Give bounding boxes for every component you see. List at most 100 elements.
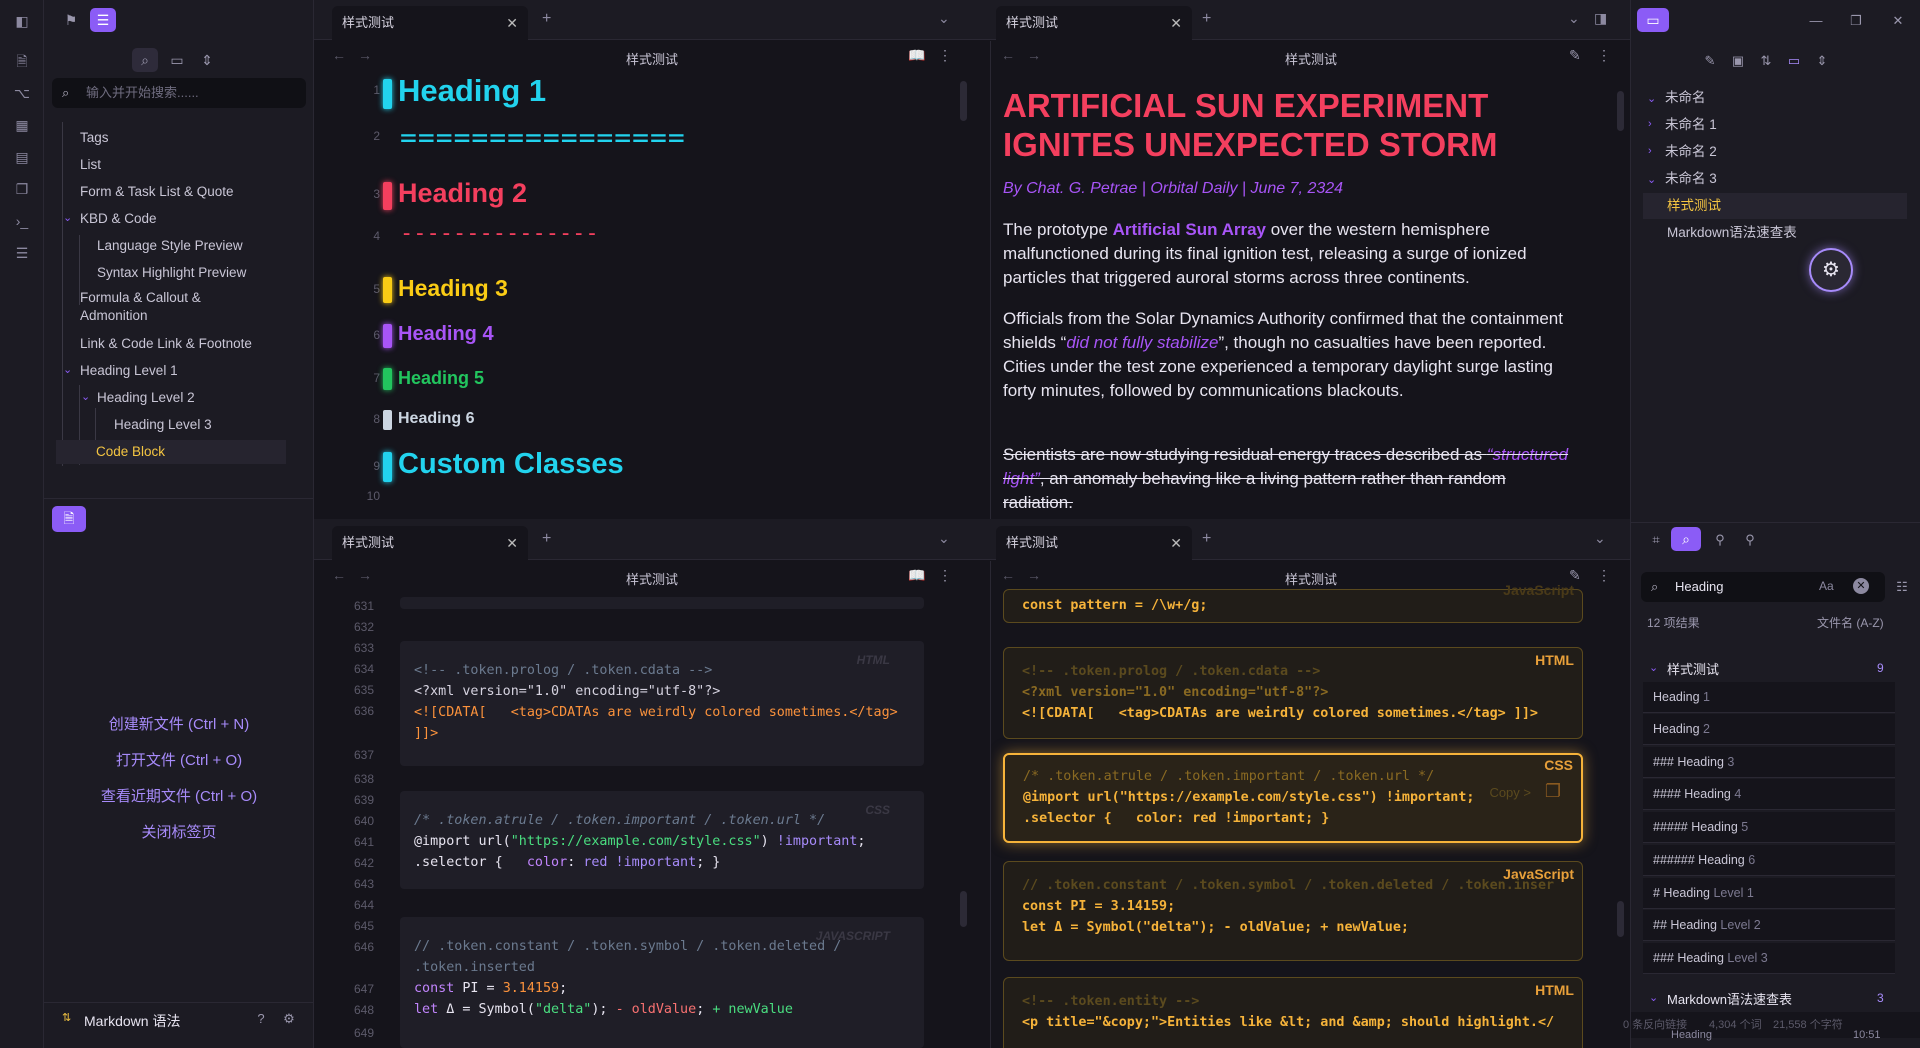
collapse-icon[interactable]: ⇕: [194, 48, 220, 72]
chevron-right-icon[interactable]: ›: [1648, 118, 1652, 130]
chevron-down-icon[interactable]: ⌄: [81, 390, 90, 403]
chevron-right-icon[interactable]: ›: [1648, 145, 1652, 157]
layout-icon[interactable]: ▭: [1785, 52, 1803, 70]
outline-item[interactable]: Syntax Highlight Preview: [97, 261, 246, 285]
new-tab-icon[interactable]: +: [542, 10, 551, 28]
backlinks-icon[interactable]: ⚲: [1711, 531, 1729, 549]
file-icon[interactable]: 🗎: [52, 506, 86, 532]
calendar-icon[interactable]: ▤: [11, 146, 33, 168]
file-folder[interactable]: 未命名 2: [1665, 139, 1717, 165]
copy-icon[interactable]: ❐: [11, 178, 33, 200]
close-window-icon[interactable]: ✕: [1889, 12, 1907, 30]
file-folder[interactable]: 未命名: [1665, 85, 1706, 111]
close-tab-link[interactable]: 关闭标签页: [44, 821, 314, 842]
sidebar-right-icon[interactable]: ◨: [1594, 10, 1607, 27]
minimize-icon[interactable]: —: [1807, 12, 1825, 30]
search-result[interactable]: ## Heading Level 2: [1643, 910, 1895, 941]
close-icon[interactable]: ✕: [1170, 526, 1182, 560]
file-folder[interactable]: 未命名 3: [1665, 166, 1717, 192]
tag-icon[interactable]: ⌗: [1647, 531, 1665, 549]
more-options-icon[interactable]: ⋮: [1597, 47, 1611, 64]
collapse-icon[interactable]: ⇕: [1813, 52, 1831, 70]
search-result[interactable]: ###### Heading 6: [1643, 845, 1895, 876]
outline-item[interactable]: Heading Level 1: [80, 359, 178, 383]
chevron-down-icon[interactable]: ⌄: [938, 10, 950, 27]
vault-name[interactable]: Markdown 语法: [84, 1011, 180, 1031]
outline-item[interactable]: Language Style Preview: [97, 234, 243, 258]
search-result[interactable]: Heading 1: [1643, 682, 1895, 713]
terminal-icon[interactable]: ›_: [11, 210, 33, 232]
outline-item[interactable]: Link & Code Link & Footnote: [80, 332, 252, 356]
clear-search-icon[interactable]: ✕: [1853, 578, 1869, 594]
help-icon[interactable]: ?: [252, 1010, 270, 1028]
outline-item[interactable]: Form & Task List & Quote: [80, 180, 234, 204]
search-result[interactable]: Heading 2: [1643, 714, 1895, 745]
sidebar-toggle-icon[interactable]: ◧: [11, 10, 33, 32]
outline-search-input[interactable]: ⌕ 输入并开始搜索......: [52, 78, 306, 108]
new-tab-icon[interactable]: +: [542, 530, 551, 548]
tab[interactable]: 样式测试 ✕: [332, 526, 528, 560]
close-icon[interactable]: ✕: [506, 526, 518, 560]
file-item[interactable]: Markdown语法速查表: [1667, 220, 1797, 246]
search-result[interactable]: # Heading Level 1: [1643, 878, 1895, 909]
restore-icon[interactable]: ❐: [1847, 12, 1865, 30]
more-options-icon[interactable]: ⋮: [938, 47, 952, 64]
chevron-down-icon[interactable]: ⌄: [1568, 10, 1580, 27]
outline-item[interactable]: Heading Level 3: [114, 413, 212, 437]
search-result[interactable]: ### Heading 3: [1643, 747, 1895, 778]
close-icon[interactable]: ✕: [506, 6, 518, 40]
tasks-icon[interactable]: ☰: [11, 242, 33, 264]
file-folder[interactable]: 未命名 1: [1665, 112, 1717, 138]
copy-icon[interactable]: ❐: [1545, 781, 1561, 802]
sort-select[interactable]: 文件名 (A-Z): [1817, 614, 1884, 631]
search-result[interactable]: ##### Heading 5: [1643, 812, 1895, 843]
result-group-title[interactable]: Markdown语法速查表: [1667, 989, 1792, 1008]
tab[interactable]: 样式测试 ✕: [996, 6, 1192, 40]
bookmark-icon[interactable]: ⚑: [58, 8, 84, 32]
more-options-icon[interactable]: ⋮: [1597, 567, 1611, 584]
outline-item[interactable]: Heading Level 2: [97, 386, 195, 410]
outgoing-links-icon[interactable]: ⚲: [1741, 531, 1759, 549]
scrollbar[interactable]: [960, 81, 967, 121]
new-file-link[interactable]: 创建新文件 (Ctrl + N): [44, 713, 314, 734]
outline-item[interactable]: List: [80, 153, 101, 177]
search-input[interactable]: ⌕ Heading Aa ✕: [1641, 572, 1885, 602]
open-file-link[interactable]: 打开文件 (Ctrl + O): [44, 749, 314, 770]
chevron-down-icon[interactable]: ⌄: [1649, 661, 1658, 674]
search-icon[interactable]: ⌕: [1671, 527, 1701, 551]
recent-files-link[interactable]: 查看近期文件 (Ctrl + O): [44, 785, 314, 806]
chevron-down-icon[interactable]: ⌄: [1647, 173, 1656, 186]
result-group-title[interactable]: 样式测试: [1667, 659, 1719, 678]
chevron-down-icon[interactable]: ⌄: [1649, 991, 1658, 1004]
chevron-down-icon[interactable]: ⌄: [1594, 530, 1606, 547]
file-item-active[interactable]: 样式测试: [1643, 193, 1907, 219]
sort-icon[interactable]: ⇅: [1757, 52, 1775, 70]
reading-mode-icon[interactable]: 📖: [908, 47, 925, 64]
vault-switch-icon[interactable]: ⇅: [62, 1011, 71, 1024]
outline-item[interactable]: Tags: [80, 126, 109, 150]
new-note-icon[interactable]: ✎: [1701, 52, 1719, 70]
scrollbar[interactable]: [1617, 91, 1624, 131]
reading-mode-icon[interactable]: 📖: [908, 567, 925, 584]
tab[interactable]: 样式测试 ✕: [996, 526, 1192, 560]
new-tab-icon[interactable]: +: [1202, 10, 1211, 28]
folder-icon[interactable]: ▭: [1637, 8, 1669, 32]
match-case-toggle[interactable]: Aa: [1819, 579, 1834, 593]
tab[interactable]: 样式测试 ✕: [332, 6, 528, 40]
search-result[interactable]: #### Heading 4: [1643, 779, 1895, 810]
graph-icon[interactable]: ⌥: [11, 82, 33, 104]
scrollbar[interactable]: [960, 891, 967, 927]
grid-icon[interactable]: ▦: [11, 114, 33, 136]
chevron-down-icon[interactable]: ⌄: [63, 363, 72, 376]
code-block-css-highlighted[interactable]: CSS Copy > ❐ /* .token.atrule / .token.i…: [1003, 753, 1583, 843]
copy-button[interactable]: Copy >: [1489, 785, 1531, 800]
outline-item[interactable]: KBD & Code: [80, 207, 157, 231]
close-icon[interactable]: ✕: [1170, 6, 1182, 40]
layout-icon[interactable]: ▭: [164, 48, 190, 72]
more-options-icon[interactable]: ⋮: [938, 567, 952, 584]
gear-icon[interactable]: ⚙: [280, 1010, 298, 1028]
scrollbar[interactable]: [1617, 901, 1624, 937]
outline-item-active[interactable]: Code Block: [56, 440, 286, 464]
new-folder-icon[interactable]: ▣: [1729, 52, 1747, 70]
new-tab-icon[interactable]: +: [1202, 530, 1211, 548]
